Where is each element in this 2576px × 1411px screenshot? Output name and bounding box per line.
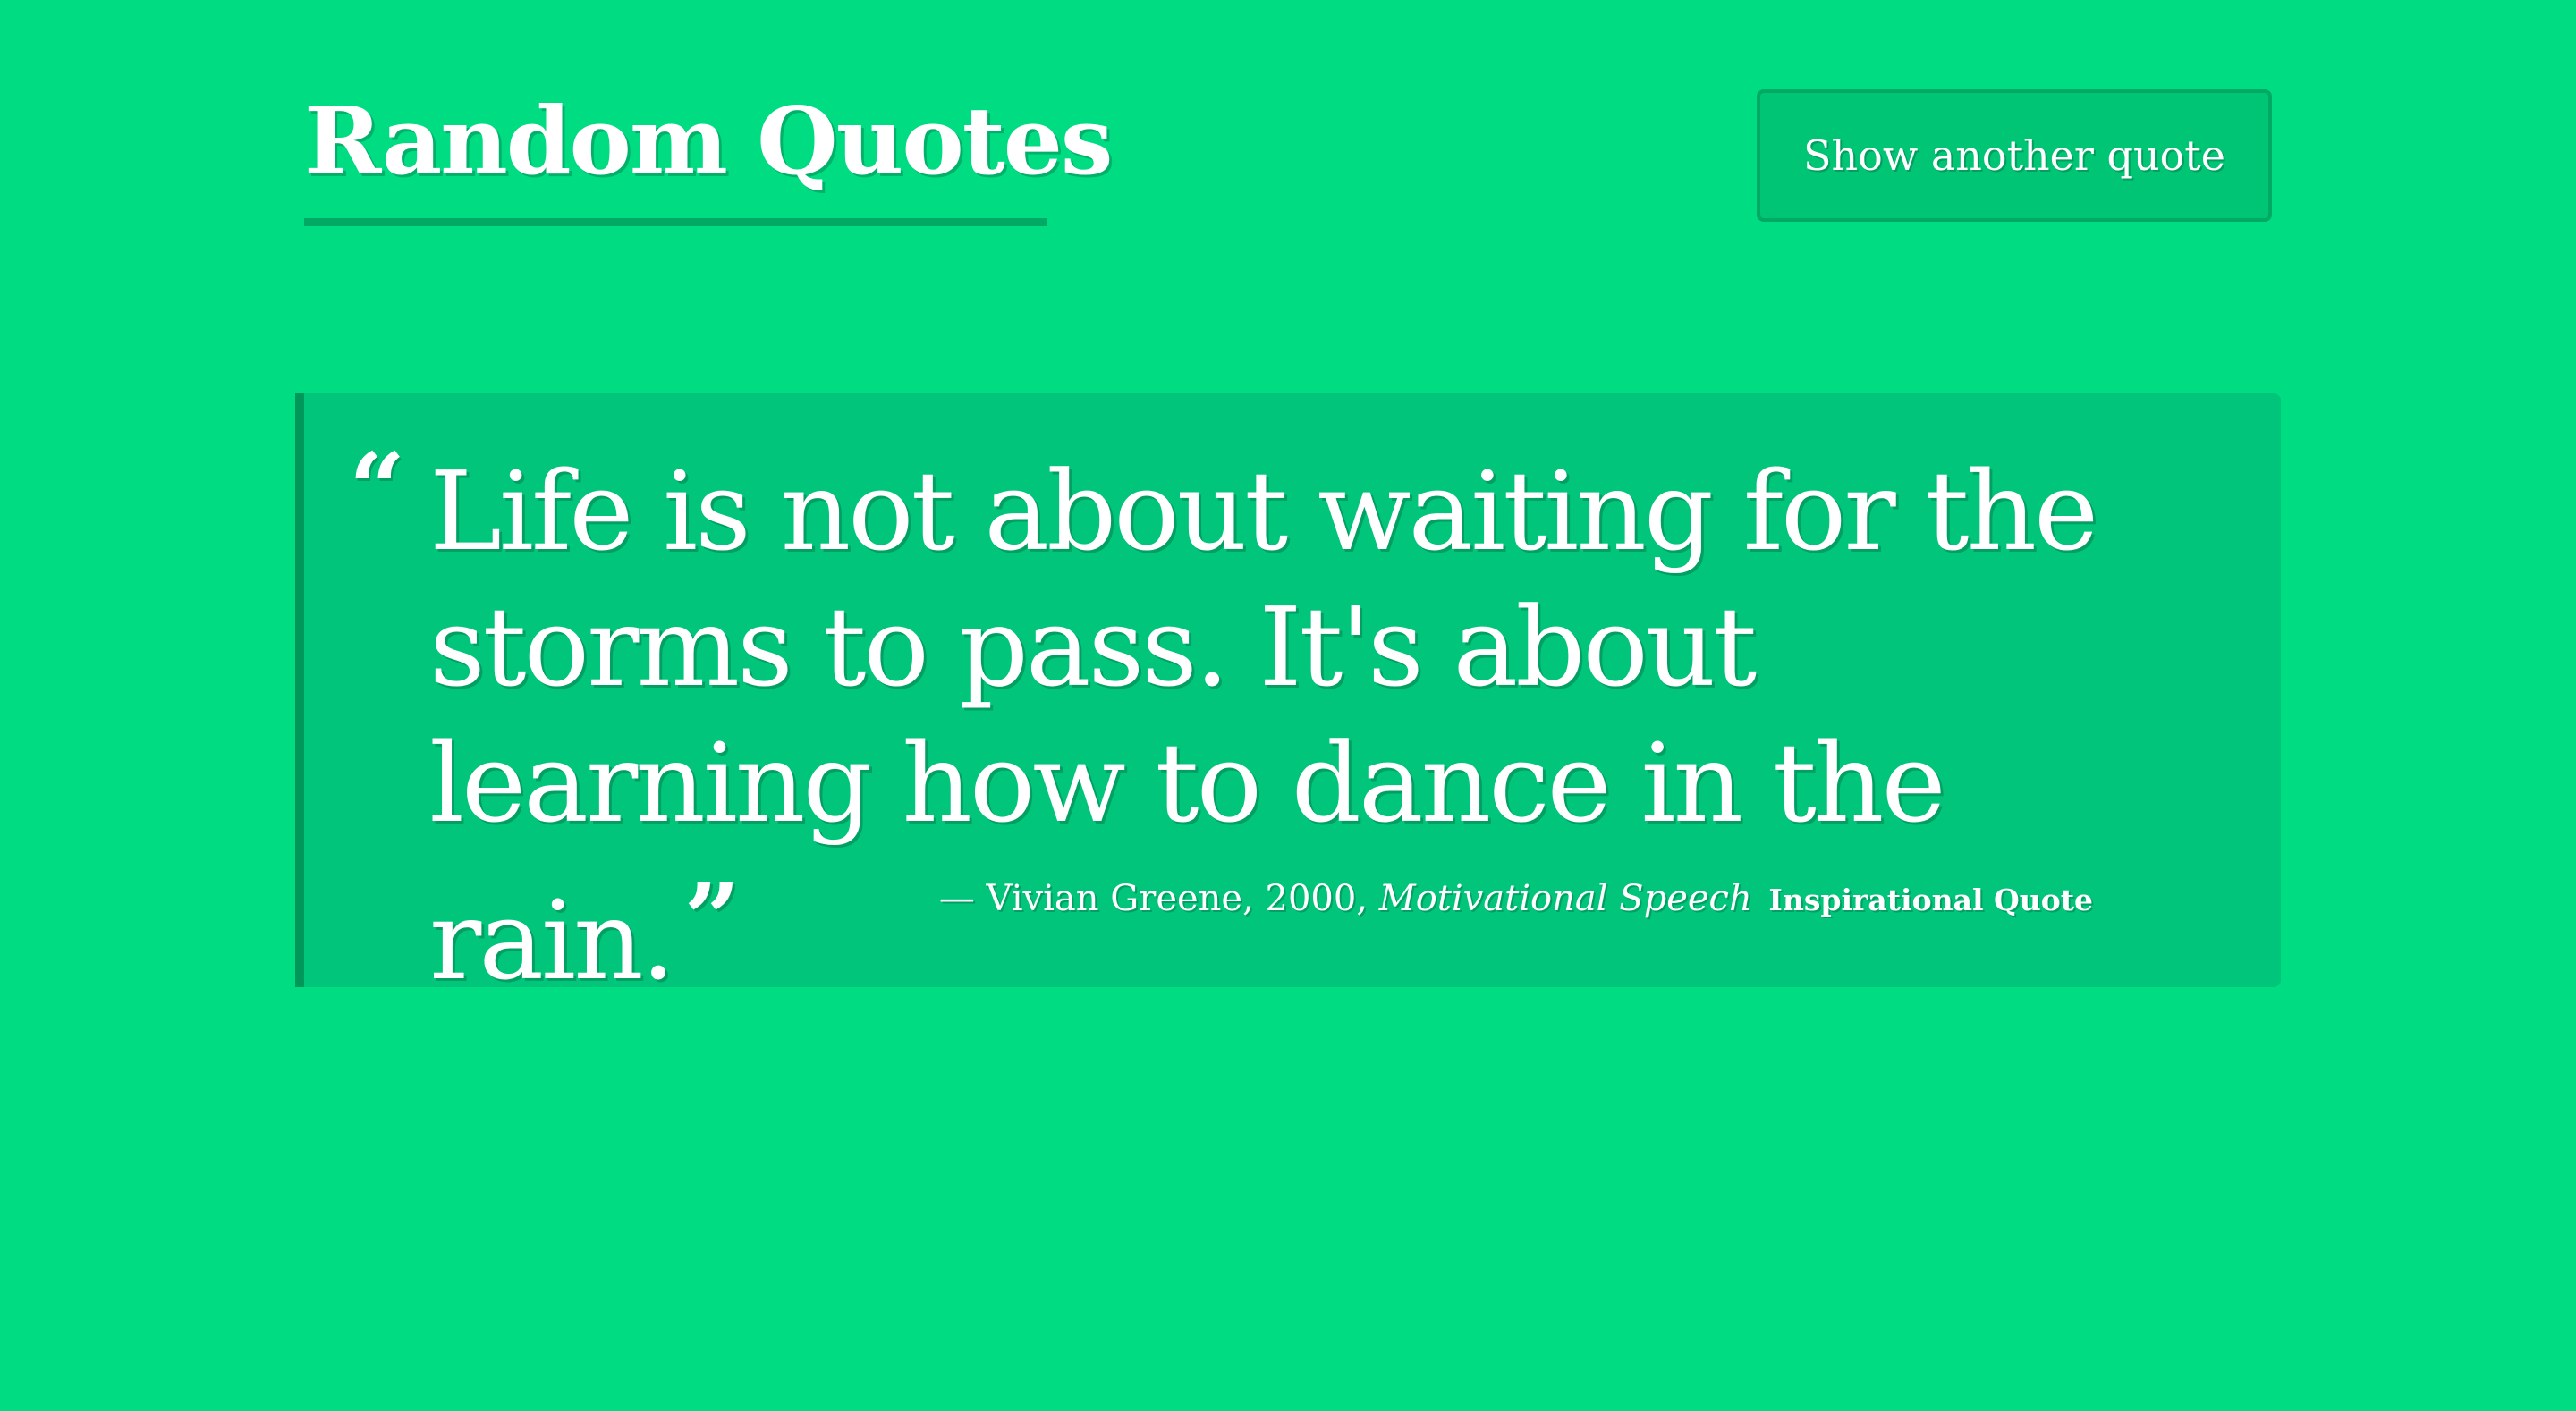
show-another-quote-button[interactable]: Show another quote xyxy=(1757,89,2272,222)
quote-card: “ Life is not about waiting for the stor… xyxy=(295,393,2281,1004)
quote-author: — Vivian Greene, 2000, xyxy=(938,878,1368,919)
quote-source: Motivational Speech xyxy=(1378,878,1752,919)
close-quote-icon: ” xyxy=(683,861,741,976)
page-title: Random Quotes xyxy=(304,86,1113,196)
quote-attribution: — Vivian Greene, 2000, Motivational Spee… xyxy=(939,876,2093,923)
title-underline xyxy=(304,218,1046,226)
quote-text-block: Life is not about waiting for the storms… xyxy=(429,444,2218,1009)
open-quote-icon: “ xyxy=(349,431,406,546)
quote-category: Inspirational Quote xyxy=(1768,883,2093,917)
